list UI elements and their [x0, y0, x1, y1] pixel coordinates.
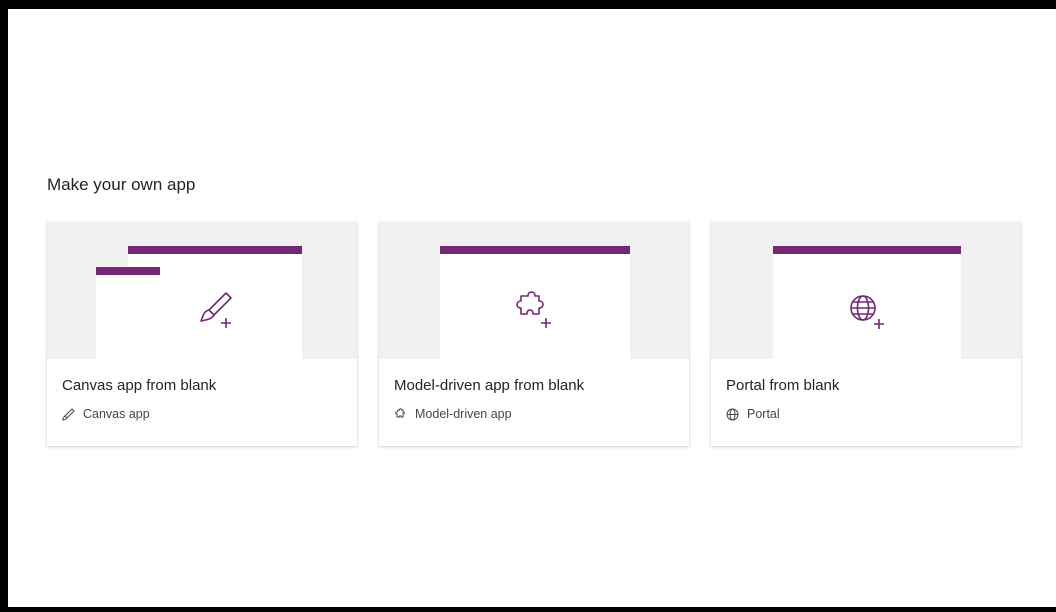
thumbnail-window-small [96, 267, 160, 359]
card-body: Canvas app from blank Canvas app [47, 359, 357, 446]
globe-plus-icon [850, 295, 884, 329]
card-title: Model-driven app from blank [394, 377, 585, 394]
brush-plus-icon [200, 292, 232, 328]
card-thumbnail [711, 222, 1021, 359]
puzzle-plus-icon [516, 291, 551, 328]
card-body: Model-driven app from blank Model-driven… [379, 359, 689, 446]
globe-icon [726, 408, 739, 420]
card-type-label: Portal [747, 407, 780, 421]
card-type-label: Model-driven app [415, 407, 512, 421]
card-meta: Canvas app [62, 407, 150, 421]
card-thumbnail [379, 222, 689, 359]
puzzle-icon [395, 407, 406, 417]
portal-card[interactable]: Portal from blank Portal [711, 222, 1021, 446]
card-type-label: Canvas app [83, 407, 150, 421]
card-title: Canvas app from blank [62, 377, 217, 394]
card-body: Portal from blank Portal [711, 359, 1021, 446]
card-thumbnail [47, 222, 357, 359]
card-meta: Portal [726, 407, 780, 421]
canvas-app-card[interactable]: Canvas app from blank Canvas app [47, 222, 357, 446]
section-title: Make your own app [47, 175, 196, 194]
card-meta: Model-driven app [394, 407, 512, 421]
card-title: Portal from blank [726, 377, 840, 394]
brush-icon [62, 407, 75, 421]
screen: Make your own app Canvas app from blank … [8, 9, 1056, 607]
model-driven-app-card[interactable]: Model-driven app from blank Model-driven… [379, 222, 689, 446]
